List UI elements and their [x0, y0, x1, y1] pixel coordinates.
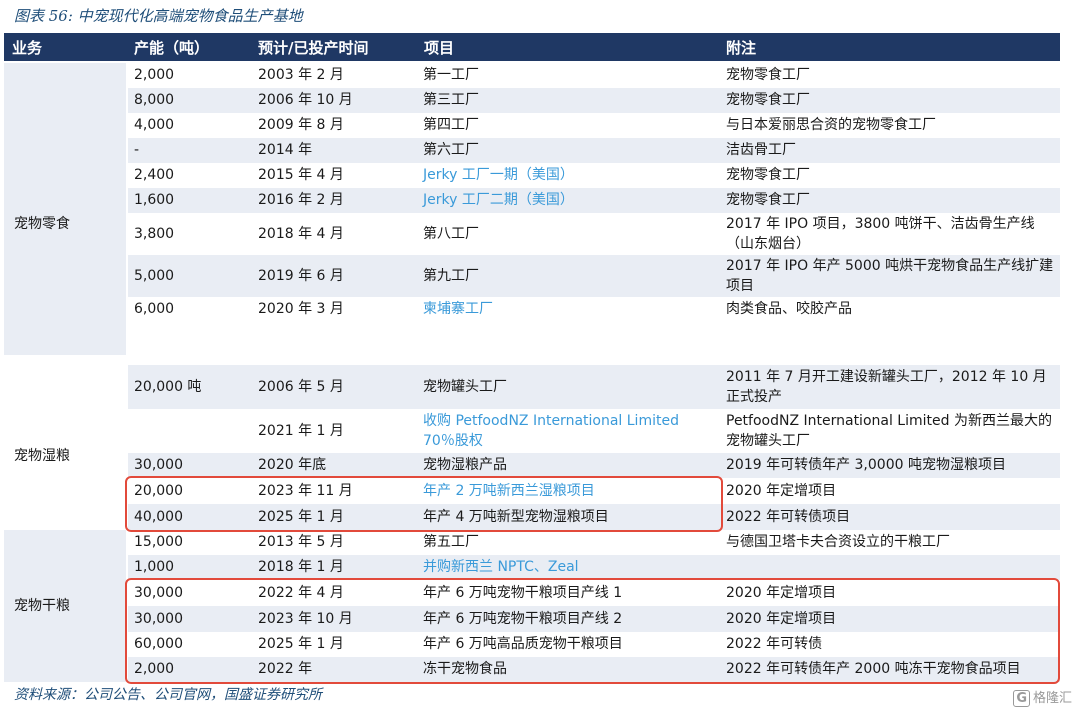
table-row: 3,800 2018 年 4 月 第八工厂 2017 年 IPO 项目，3800…	[128, 213, 1060, 255]
time-cell: 2006 年 5 月	[258, 379, 344, 395]
table-row: 2,000 2003 年 2 月 第一工厂 宠物零食工厂	[128, 63, 1060, 88]
capacity-cell: 8,000	[134, 92, 175, 108]
note-cell: 2020 年定增项目	[726, 483, 837, 499]
note-cell: 肉类食品、咬胶产品	[726, 301, 852, 317]
project-link[interactable]: Jerky 工厂二期（美国）	[423, 190, 713, 210]
group-label-wet: 宠物湿粮	[14, 448, 70, 464]
chart-title: 图表 56: 中宠现代化高端宠物食品生产基地	[14, 7, 303, 25]
source-note: 资料来源：公司公告、公司官网，国盛证券研究所	[14, 687, 322, 703]
table-row: 2021 年 1 月 收购 PetfoodNZ International Li…	[128, 409, 1060, 453]
capacity-cell: 1,000	[134, 559, 175, 575]
project-link[interactable]: 收购 PetfoodNZ International Limited 70％股权	[423, 411, 713, 451]
time-cell: 2020 年 3 月	[258, 301, 344, 317]
time-cell: 2013 年 5 月	[258, 534, 344, 550]
watermark-logo: G 格隆汇	[1013, 687, 1072, 707]
time-cell: 2015 年 4 月	[258, 167, 344, 183]
capacity-cell: 2,000	[134, 67, 175, 83]
table-row: 15,000 2013 年 5 月 第五工厂 与德国卫塔卡夫合资设立的干粮工厂	[128, 530, 1060, 555]
note-cell: 与德国卫塔卡夫合资设立的干粮工厂	[726, 534, 950, 550]
note-cell: 2011 年 7 月开工建设新罐头工厂，2012 年 10 月正式投产	[726, 369, 1047, 405]
table-row: 2,400 2015 年 4 月 Jerky 工厂一期（美国） 宠物零食工厂	[128, 163, 1060, 188]
table-row: 30,000 2020 年底 宠物湿粮产品 2019 年可转债年产 3,0000…	[128, 453, 1060, 478]
table-row: 6,000 2020 年 3 月 柬埔寨工厂 肉类食品、咬胶产品	[128, 297, 1060, 322]
project-link[interactable]: 柬埔寨工厂	[423, 299, 713, 319]
note-cell: 宠物零食工厂	[726, 92, 810, 108]
group-label-snacks: 宠物零食	[14, 216, 70, 232]
table-row: - 2014 年 第六工厂 洁齿骨工厂	[128, 138, 1060, 163]
project-cell: 第六工厂	[423, 142, 479, 158]
note-cell: 2017 年 IPO 项目，3800 吨饼干、洁齿骨生产线（山东烟台）	[726, 216, 1035, 252]
project-cell: 宠物罐头工厂	[423, 379, 507, 395]
table-row: 1,600 2016 年 2 月 Jerky 工厂二期（美国） 宠物零食工厂	[128, 188, 1060, 213]
logo-text: 格隆汇	[1032, 691, 1072, 706]
note-cell: 宠物零食工厂	[726, 67, 810, 83]
note-cell: PetfoodNZ International Limited 为新西兰最大的宠…	[726, 413, 1052, 449]
project-cell: 第一工厂	[423, 67, 479, 83]
capacity-cell: 20,000 吨	[134, 379, 202, 395]
capacity-cell: 1,600	[134, 192, 175, 208]
note-cell: 2017 年 IPO 年产 5000 吨烘干宠物食品生产线扩建项目	[726, 258, 1054, 294]
project-cell: 第九工厂	[423, 268, 479, 284]
logo-icon: G	[1013, 690, 1030, 707]
header-project: 项目	[424, 39, 455, 57]
note-cell: 宠物零食工厂	[726, 192, 810, 208]
capacity-cell: -	[134, 142, 140, 158]
note-cell: 宠物零食工厂	[726, 167, 810, 183]
time-cell: 2019 年 6 月	[258, 268, 344, 284]
capacity-cell: 3,800	[134, 226, 175, 242]
capacity-cell: 5,000	[134, 268, 175, 284]
time-cell: 2020 年底	[258, 457, 327, 473]
table-row: 8,000 2006 年 10 月 第三工厂 宠物零食工厂	[128, 88, 1060, 113]
time-cell: 2018 年 4 月	[258, 226, 344, 242]
group-cell-wet: 宠物湿粮	[4, 355, 126, 530]
capacity-cell: 4,000	[134, 117, 175, 133]
header-time: 预计/已投产时间	[258, 39, 369, 57]
capacity-cell: 2,400	[134, 167, 175, 183]
capacity-cell: 15,000	[134, 534, 183, 550]
project-link[interactable]: 并购新西兰 NPTC、Zeal	[423, 557, 713, 577]
time-cell: 2003 年 2 月	[258, 67, 344, 83]
note-cell: 与日本爱丽思合资的宠物零食工厂	[726, 117, 936, 133]
table-row: 4,000 2009 年 8 月 第四工厂 与日本爱丽思合资的宠物零食工厂	[128, 113, 1060, 138]
note-cell: 2019 年可转债年产 3,0000 吨宠物湿粮项目	[726, 457, 1006, 473]
time-cell: 2016 年 2 月	[258, 192, 344, 208]
group-label-dry: 宠物干粮	[14, 598, 70, 614]
highlight-box-dry	[125, 578, 1060, 684]
time-cell: 2009 年 8 月	[258, 117, 344, 133]
table-row: 20,000 吨 2006 年 5 月 宠物罐头工厂 2011 年 7 月开工建…	[128, 365, 1060, 409]
group-cell-snacks: 宠物零食	[4, 63, 126, 355]
header-capacity: 产能（吨）	[134, 39, 210, 57]
table-row: 1,000 2018 年 1 月 并购新西兰 NPTC、Zeal	[128, 555, 1060, 580]
note-cell: 洁齿骨工厂	[726, 142, 796, 158]
time-cell: 2006 年 10 月	[258, 92, 353, 108]
capacity-cell: 30,000	[134, 457, 183, 473]
table-header: 业务 产能（吨） 预计/已投产时间 项目 附注	[4, 33, 1060, 61]
time-cell: 2021 年 1 月	[258, 423, 344, 439]
project-cell: 第八工厂	[423, 226, 479, 242]
project-link[interactable]: Jerky 工厂一期（美国）	[423, 165, 713, 185]
table-row: 5,000 2019 年 6 月 第九工厂 2017 年 IPO 年产 5000…	[128, 255, 1060, 297]
capacity-cell: 6,000	[134, 301, 175, 317]
time-cell: 2018 年 1 月	[258, 559, 344, 575]
header-business: 业务	[12, 39, 43, 57]
project-cell: 宠物湿粮产品	[423, 457, 507, 473]
time-cell: 2014 年	[258, 142, 313, 158]
project-cell: 第三工厂	[423, 92, 479, 108]
project-cell: 第四工厂	[423, 117, 479, 133]
note-cell: 2022 年可转债项目	[726, 509, 851, 525]
project-cell: 第五工厂	[423, 534, 479, 550]
highlight-box-wet	[125, 476, 723, 532]
header-note: 附注	[726, 39, 757, 57]
group-cell-dry: 宠物干粮	[4, 530, 126, 682]
